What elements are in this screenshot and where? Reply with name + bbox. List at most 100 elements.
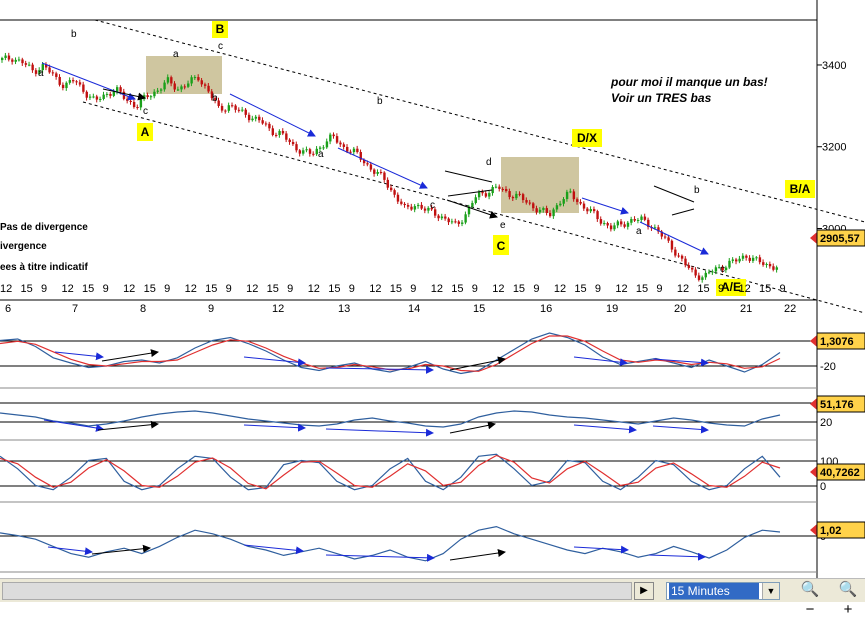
x-hour-tick: 12: [62, 283, 74, 295]
candle-body: [680, 255, 684, 259]
chevron-down-icon[interactable]: ▼: [762, 583, 779, 599]
candle-body: [440, 216, 444, 219]
x-day-tick: 15: [473, 303, 485, 315]
divergence-arrow: [652, 425, 709, 434]
wave-box-label: D/X: [577, 131, 597, 145]
candle-body: [677, 255, 680, 257]
x-hour-tick: 9: [472, 283, 478, 295]
candle-body: [735, 259, 738, 262]
candle-body: [305, 149, 308, 151]
candle-body: [552, 209, 555, 217]
candle-body: [755, 257, 758, 259]
divergence-arrow: [573, 545, 629, 554]
candle-body: [17, 59, 21, 61]
candle-body: [136, 106, 139, 108]
candle-body: [457, 221, 461, 224]
candle-body: [126, 98, 129, 101]
wave-letter: b: [694, 185, 700, 196]
x-day-tick: 6: [5, 303, 11, 315]
candle-body: [173, 83, 176, 90]
candle-body: [697, 275, 701, 280]
divergence-arrow: [243, 423, 306, 432]
candle-body: [271, 128, 275, 135]
candle-body: [623, 224, 626, 227]
candle-body: [298, 150, 302, 154]
scroll-right-button[interactable]: ▶: [634, 582, 654, 600]
candle-body: [342, 144, 346, 147]
zoom-in-button[interactable]: 🔍+: [838, 580, 858, 618]
candle-body: [369, 164, 373, 170]
candle-body: [545, 208, 548, 213]
candle-body: [461, 222, 464, 224]
candle-body: [437, 215, 440, 219]
legend-indicative: ees à titre indicatif: [0, 262, 88, 273]
candle-body: [82, 84, 85, 92]
magnifier-plus-icon: 🔍+: [838, 581, 858, 618]
candle-body: [78, 82, 82, 85]
x-hour-tick: 12: [123, 283, 135, 295]
candle-body: [576, 199, 579, 202]
candle-body: [417, 204, 420, 207]
candle-body: [532, 203, 535, 209]
candle-body: [768, 263, 772, 267]
wave-letter: b: [377, 96, 383, 107]
x-day-tick: 19: [606, 303, 618, 315]
divergence-arrow: [449, 421, 496, 434]
candle-body: [200, 80, 203, 85]
timeframe-select[interactable]: 15 Minutes ▼: [666, 582, 780, 600]
candle-body: [366, 163, 369, 165]
candle-body: [488, 193, 491, 197]
candle-body: [643, 216, 647, 220]
candle-body: [153, 91, 156, 97]
candle-body: [112, 91, 116, 96]
horizontal-scrollbar[interactable]: [2, 582, 632, 600]
legend-no-divergence: Pas de divergence: [0, 222, 88, 233]
divergence-arrow: [97, 420, 159, 431]
candle-body: [535, 208, 538, 213]
candle-body: [586, 208, 589, 212]
candle-body: [88, 96, 92, 98]
candle-body: [268, 123, 271, 129]
candle-body: [741, 255, 745, 259]
indicator-last-value: 51,176: [820, 399, 854, 411]
x-axis-hour-ticks: 12 15 9 12 15 9 12 15 9 12 15 9 12 15 9 12 15 9 12 15 9 12 15 9…: [0, 283, 786, 295]
candle-body: [691, 267, 694, 270]
x-hour-tick: 9: [349, 283, 355, 295]
candle-body: [190, 77, 193, 84]
candle-body: [285, 133, 288, 140]
candle-body: [724, 267, 728, 271]
candle-body: [180, 86, 183, 90]
x-hour-tick: 12: [677, 283, 689, 295]
wave-letter: e: [500, 220, 506, 231]
wave-box-label: B: [216, 22, 225, 36]
candle-body: [748, 257, 751, 261]
x-hour-tick: 15: [759, 283, 771, 295]
zoom-out-button[interactable]: 🔍−: [800, 580, 820, 618]
candle-body: [373, 169, 376, 174]
candle-body: [396, 194, 400, 202]
x-day-tick: 7: [72, 303, 78, 315]
candle-body: [237, 109, 241, 111]
candle-body: [65, 82, 68, 89]
candle-body: [163, 82, 166, 90]
wave-letter: d: [486, 157, 492, 168]
candle-body: [278, 130, 281, 135]
candle-body: [339, 142, 342, 145]
candle-body: [420, 204, 423, 209]
candle-body: [606, 223, 609, 226]
candle-body: [28, 64, 31, 66]
divergence-arrow: [573, 356, 628, 367]
candle-body: [444, 216, 447, 219]
candle-body: [4, 55, 7, 59]
candle-body: [356, 148, 359, 152]
candle-body: [193, 77, 197, 79]
wave-letter: c: [720, 264, 725, 275]
indicator-series-line: [0, 453, 781, 491]
candle-body: [390, 187, 393, 191]
candle-body: [626, 222, 630, 227]
candle-body: [264, 123, 268, 125]
wave-letter: a: [38, 68, 44, 79]
candle-body: [454, 221, 457, 223]
x-hour-tick: 9: [533, 283, 539, 295]
divergence-arrow: [648, 552, 706, 561]
